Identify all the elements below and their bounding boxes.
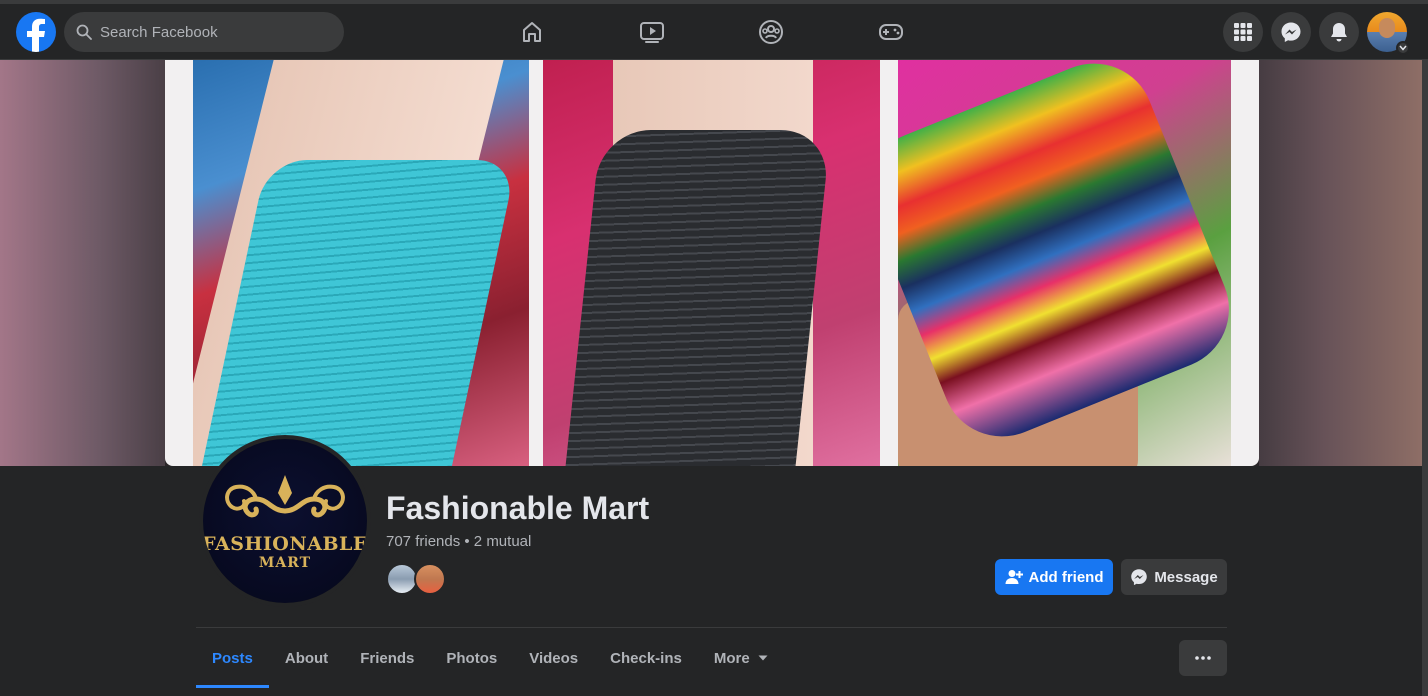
crown-logo-icon <box>225 475 345 518</box>
search-box[interactable] <box>64 12 344 52</box>
top-navigation-bar <box>0 0 1428 60</box>
gaming-icon[interactable] <box>869 12 913 52</box>
profile-tabs: Posts About Friends Photos Videos Check-… <box>196 628 784 688</box>
home-icon[interactable] <box>510 12 554 52</box>
notifications-icon[interactable] <box>1319 12 1359 52</box>
cover-panel-black-bangles <box>543 60 880 466</box>
account-avatar[interactable] <box>1367 12 1410 55</box>
message-button[interactable]: Message <box>1121 559 1227 595</box>
caret-down-icon <box>758 655 768 661</box>
add-person-icon <box>1005 570 1023 584</box>
more-options-button[interactable] <box>1179 640 1227 676</box>
chevron-down-icon <box>1396 41 1410 55</box>
tab-more[interactable]: More <box>698 628 784 688</box>
profile-picture[interactable]: FASHIONABLE MART <box>199 435 371 607</box>
tab-posts[interactable]: Posts <box>196 628 269 688</box>
groups-icon[interactable] <box>749 12 793 52</box>
cover-panel-turquoise-bangles <box>193 60 529 466</box>
facebook-logo-icon[interactable] <box>16 12 56 52</box>
logo-text-line1: FASHIONABLE <box>202 533 368 555</box>
message-label: Message <box>1154 568 1218 586</box>
mutual-friend-avatar[interactable] <box>414 563 446 595</box>
cover-photo[interactable] <box>165 60 1259 466</box>
add-friend-label: Add friend <box>1028 568 1104 586</box>
menu-grid-icon[interactable] <box>1223 12 1263 52</box>
tab-about[interactable]: About <box>269 628 344 688</box>
search-input[interactable] <box>100 23 320 41</box>
tab-check-ins[interactable]: Check-ins <box>594 628 698 688</box>
tab-photos[interactable]: Photos <box>430 628 513 688</box>
add-friend-button[interactable]: Add friend <box>995 559 1113 595</box>
tab-videos[interactable]: Videos <box>513 628 594 688</box>
messenger-icon <box>1131 569 1148 586</box>
ellipsis-icon <box>1195 656 1211 660</box>
logo-text-line2: MART <box>258 555 312 571</box>
watch-icon[interactable] <box>630 12 674 52</box>
tab-friends[interactable]: Friends <box>344 628 430 688</box>
messenger-icon[interactable] <box>1271 12 1311 52</box>
profile-name: Fashionable Mart <box>386 490 650 526</box>
page-scrollbar[interactable] <box>1422 60 1428 696</box>
friends-count[interactable]: 707 friends • 2 mutual <box>386 533 531 550</box>
cover-panel-multicolor-bangles <box>898 60 1231 466</box>
search-icon <box>76 24 92 40</box>
